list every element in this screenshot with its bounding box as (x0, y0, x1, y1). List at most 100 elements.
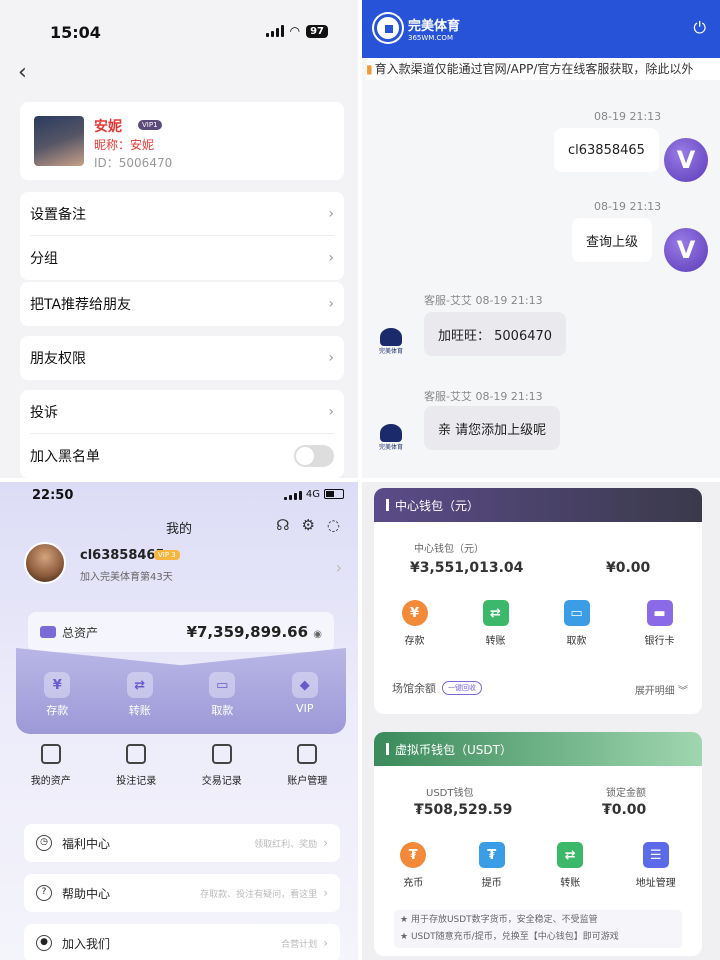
message-bubble-incoming: 加旺旺： 5006470 (424, 312, 567, 356)
message-bubble-outgoing: cl63858465 (554, 128, 659, 172)
recover-all-button[interactable]: 一键回收 (442, 681, 482, 695)
wifi-icon: ◠ (289, 24, 301, 38)
diamond-icon: ◆ (291, 672, 318, 698)
signal-icon (283, 488, 302, 500)
card-icon: ▬ (646, 600, 673, 626)
transfer-button[interactable]: ⇄ 转账 (126, 672, 153, 718)
message-icon[interactable]: ◌ (327, 516, 340, 534)
transfer-button[interactable]: ⇄ 转账 (482, 600, 509, 647)
card-icon: ▭ (209, 672, 236, 698)
usdt-tips: ★ 用于存放USDT数字货币，安全稳定、不受监管 ★ USDT随意充币/提币，兑… (394, 910, 682, 948)
list-icon: ☰ (642, 842, 669, 868)
center-wallet-label: 中心钱包（元） (414, 544, 484, 555)
chat-panel: 完美体育 365WM.COM ⏻ ▮ 育入款渠道仅能通过官网/APP/官方在线客服… (362, 0, 720, 478)
menu-welfare[interactable]: ◷ 福利中心 领取红利、奖励 › (24, 824, 340, 862)
avatar[interactable] (24, 542, 66, 584)
notice-text: 育入款渠道仅能通过官网/APP/官方在线客服获取，除此以外 (374, 62, 694, 76)
deposit-button[interactable]: ¥ 存款 (401, 600, 428, 647)
chevron-right-icon: › (323, 836, 328, 850)
avatar[interactable] (34, 116, 84, 166)
vip-badge: VIP1 (138, 120, 162, 130)
transfer-button[interactable]: ⇄ 转账 (557, 842, 584, 889)
arena-balance: 场馆余额 一键回收 (392, 680, 482, 696)
back-arrow-icon[interactable]: ‹ (18, 60, 27, 85)
withdraw-button[interactable]: ▭ 取款 (563, 600, 590, 647)
brand-title: 完美体育 (408, 18, 461, 34)
row-set-remark[interactable]: 设置备注 › (30, 192, 334, 236)
message-time: 客服-艾艾 08-19 21:13 (424, 390, 543, 403)
profile-card[interactable]: 安妮 VIP1 昵称：安妮 ID：5006470 (20, 102, 344, 180)
expand-details-button[interactable]: 展开明细 ︾ (635, 682, 688, 697)
menu-help[interactable]: ? 帮助中心 存取款、投注有疑问，看这里 › (24, 874, 340, 912)
yen-icon: ¥ (44, 672, 71, 698)
status-indicators: 4G (283, 488, 344, 500)
app-header: 完美体育 365WM.COM ⏻ (362, 0, 720, 58)
tip-line: ★ 用于存放USDT数字货币，安全稳定、不受监管 (400, 915, 598, 925)
battery-indicator: 97 (306, 24, 328, 38)
row-recommend[interactable]: 把TA推荐给朋友 › (30, 282, 334, 326)
center-wallet-header: 中心钱包（元） (374, 488, 702, 522)
brand-logo: 完美体育 365WM.COM (374, 14, 460, 42)
tip-line: ★ USDT随意充币/提币，兑换至【中心钱包】即可游戏 (400, 932, 619, 942)
quick-link-account[interactable]: 账户管理 (287, 744, 327, 814)
center-wallet-actions: ¥ 存款 ⇄ 转账 ▭ 取款 ▬ 银行卡 (374, 600, 702, 647)
bank-card-button[interactable]: ▬ 银行卡 (645, 600, 675, 647)
total-assets-card: 总资产 ¥7,359,899.66 ◉ (28, 612, 334, 652)
wallet-icon (40, 744, 61, 764)
chevron-right-icon: › (328, 296, 334, 312)
message-time: 08-19 21:13 (594, 200, 662, 213)
usdt-wallet-value: ₮508,529.59 (414, 802, 513, 818)
wallet-icon: ▭ (563, 600, 590, 626)
wallet-actions: ¥ 存款 ⇄ 转账 ▭ 取款 ◆ VIP (16, 672, 346, 718)
settings-group-4: 投诉 › 加入黑名单 (20, 390, 344, 478)
menu-join[interactable]: ● 加入我们 合营计划 › (24, 924, 340, 960)
center-wallet-card: 中心钱包（元） 中心钱包（元） ¥3,551,013.04 ¥0.00 ¥ 存款 … (374, 488, 702, 714)
quick-link-bets[interactable]: 投注记录 (116, 744, 156, 814)
headset-icon[interactable]: ☊ (276, 516, 289, 534)
chevron-right-icon: › (323, 886, 328, 900)
withdraw-coin-button[interactable]: ₮ 提币 (478, 842, 505, 889)
eye-icon[interactable]: ◉ (313, 629, 322, 640)
settings-group-2: 把TA推荐给朋友 › (20, 282, 344, 326)
chevron-right-icon: › (323, 936, 328, 950)
usdt-wallet-header: 虚拟币钱包（USDT） (374, 732, 702, 766)
blacklist-toggle[interactable] (294, 445, 334, 467)
row-complain[interactable]: 投诉 › (30, 390, 334, 434)
deposit-button[interactable]: ¥ 存款 (44, 672, 71, 718)
transfer-icon: ⇄ (482, 600, 509, 626)
gear-icon[interactable]: ⚙ (301, 516, 314, 534)
usdt-wallet-card: 虚拟币钱包（USDT） USDT钱包 ₮508,529.59 锁定金额 ₮0.0… (374, 732, 702, 956)
top-actions: ☊ ⚙ ◌ (276, 516, 340, 534)
yen-icon: ¥ (401, 600, 428, 626)
wallet-panel: 中心钱包（元） 中心钱包（元） ¥3,551,013.04 ¥0.00 ¥ 存款 … (362, 482, 720, 960)
message-bubble-outgoing: 查询上级 (572, 218, 653, 262)
my-account-panel: 22:50 4G 我的 ☊ ⚙ ◌ cl63858465 VIP 3 加入完美体… (0, 482, 358, 960)
friend-settings-panel: 15:04 ◠ 97 ‹ 安妮 VIP1 昵称：安妮 ID：5006470 设置… (0, 0, 358, 478)
total-assets-value: ¥7,359,899.66 (186, 623, 309, 641)
usdt-wallet-actions: ₮ 充币 ₮ 提币 ⇄ 转账 ☰ 地址管理 (374, 842, 702, 889)
chevron-right-icon: › (328, 350, 334, 366)
row-group[interactable]: 分组 › (30, 236, 334, 280)
message-time: 客服-艾艾 08-19 21:13 (424, 294, 543, 307)
profile-id: ID：5006470 (94, 156, 173, 170)
status-time: 15:04 (50, 23, 101, 42)
chevron-right-icon[interactable]: › (336, 558, 342, 577)
row-permissions[interactable]: 朋友权限 › (30, 336, 334, 380)
address-management-button[interactable]: ☰ 地址管理 (636, 842, 676, 889)
withdraw-button[interactable]: ▭ 取款 (209, 672, 236, 718)
power-icon[interactable]: ⏻ (693, 18, 706, 38)
football-icon (374, 14, 402, 42)
quick-link-transactions[interactable]: 交易记录 (202, 744, 242, 814)
deposit-coin-button[interactable]: ₮ 充币 (400, 842, 427, 889)
brand-domain: 365WM.COM (408, 33, 453, 42)
quick-links: 我的资产 投注记录 交易记录 账户管理 (8, 744, 350, 814)
settings-group-3: 朋友权限 › (20, 336, 344, 380)
quick-link-assets[interactable]: 我的资产 (31, 744, 71, 814)
speaker-icon: ▮ (366, 62, 373, 76)
message-bubble-incoming: 亲 请您添加上级呢 (424, 406, 561, 450)
tether-wallet-icon: ₮ (478, 842, 505, 868)
support-avatar: 完美体育 (376, 424, 406, 454)
usdt-locked-label: 锁定金额 (606, 788, 646, 799)
battery-icon (324, 489, 344, 499)
vip-button[interactable]: ◆ VIP (291, 672, 318, 718)
